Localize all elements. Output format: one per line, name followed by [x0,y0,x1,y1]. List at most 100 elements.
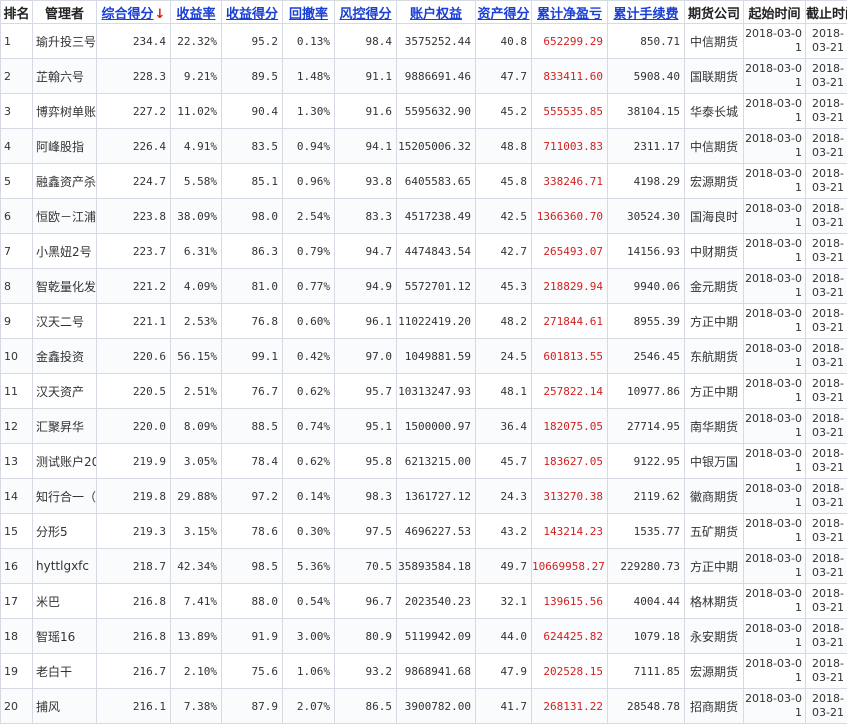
cell-return-score: 86.3 [222,234,283,269]
cell-net-profit: 183627.05 [532,444,608,479]
cell-commission: 9122.95 [608,444,685,479]
cell-drawdown-rate: 0.96% [283,164,335,199]
cell-net-profit: 218829.94 [532,269,608,304]
cell-manager[interactable]: 小黑妞2号 [33,234,97,269]
cell-return-rate: 6.31% [171,234,222,269]
column-header-return-rate[interactable]: 收益率 [171,1,222,24]
cell-return-score: 89.5 [222,59,283,94]
cell-rank: 3 [1,94,33,129]
cell-drawdown-rate: 0.62% [283,444,335,479]
cell-account-equity: 1500000.97 [397,409,476,444]
cell-account-equity: 15205006.32 [397,129,476,164]
cell-risk-score: 94.9 [335,269,397,304]
cell-return-rate: 4.09% [171,269,222,304]
cell-commission: 2119.62 [608,479,685,514]
cell-risk-score: 93.8 [335,164,397,199]
cell-net-profit: 10669958.27 [532,549,608,584]
cell-return-score: 81.0 [222,269,283,304]
cell-manager[interactable]: 博弈树单账 [33,94,97,129]
cell-net-profit: 601813.55 [532,339,608,374]
cell-start-time: 2018-03-01 [744,59,806,94]
cell-manager[interactable]: 金鑫投资 [33,339,97,374]
cell-return-rate: 2.51% [171,374,222,409]
column-header-drawdown-rate[interactable]: 回撤率 [283,1,335,24]
cell-manager[interactable]: 测试账户20 [33,444,97,479]
column-header-total-score[interactable]: 综合得分↓ [97,1,171,24]
cell-end-time: 2018-03-21 [806,164,847,199]
cell-asset-score: 48.1 [476,374,532,409]
cell-rank: 16 [1,549,33,584]
cell-manager[interactable]: 老白干 [33,654,97,689]
cell-end-time: 2018-03-21 [806,129,847,164]
cell-commission: 7111.85 [608,654,685,689]
cell-start-time: 2018-03-01 [744,339,806,374]
cell-return-score: 88.5 [222,409,283,444]
cell-manager[interactable]: 智乾量化发 [33,269,97,304]
cell-return-score: 98.5 [222,549,283,584]
cell-manager[interactable]: 汉天资产 [33,374,97,409]
cell-manager[interactable]: 阿峰股指 [33,129,97,164]
cell-manager[interactable]: 分形5 [33,514,97,549]
sort-desc-arrow-icon[interactable]: ↓ [155,7,166,22]
cell-return-rate: 38.09% [171,199,222,234]
cell-manager[interactable]: 恒欧－江浦 [33,199,97,234]
cell-asset-score: 32.1 [476,584,532,619]
column-header-label: 累计净盈亏 [537,7,602,22]
table-row: 20捕风216.17.38%87.92.07%86.53900782.0041.… [1,689,847,724]
cell-manager[interactable]: 米巴 [33,584,97,619]
cell-account-equity: 6405583.65 [397,164,476,199]
cell-manager[interactable]: 汇聚昇华 [33,409,97,444]
column-header-return-score[interactable]: 收益得分 [222,1,283,24]
cell-start-time: 2018-03-01 [744,234,806,269]
column-header-commission[interactable]: 累计手续费 [608,1,685,24]
cell-manager[interactable]: 知行合一（ [33,479,97,514]
cell-futures-company: 金元期货 [685,269,744,304]
cell-futures-company: 中信期货 [685,129,744,164]
cell-futures-company: 宏源期货 [685,654,744,689]
cell-futures-company: 华泰长城 [685,94,744,129]
cell-net-profit: 555535.85 [532,94,608,129]
cell-start-time: 2018-03-01 [744,409,806,444]
cell-asset-score: 41.7 [476,689,532,724]
cell-manager[interactable]: 捕风 [33,689,97,724]
column-header-start-time: 起始时间 [744,1,806,24]
cell-manager[interactable]: 芷翰六号 [33,59,97,94]
cell-return-rate: 42.34% [171,549,222,584]
cell-asset-score: 42.7 [476,234,532,269]
cell-account-equity: 4474843.54 [397,234,476,269]
cell-total-score: 216.7 [97,654,171,689]
cell-total-score: 219.8 [97,479,171,514]
cell-return-rate: 3.05% [171,444,222,479]
cell-manager[interactable]: hyttlgxfc [33,549,97,584]
cell-manager[interactable]: 汉天二号 [33,304,97,339]
column-header-account-equity[interactable]: 账户权益 [397,1,476,24]
cell-net-profit: 313270.38 [532,479,608,514]
table-row: 14知行合一（219.829.88%97.20.14%98.31361727.1… [1,479,847,514]
cell-manager[interactable]: 智瑶16 [33,619,97,654]
cell-net-profit: 1366360.70 [532,199,608,234]
column-header-risk-score[interactable]: 风控得分 [335,1,397,24]
column-header-label: 账户权益 [410,7,462,22]
cell-drawdown-rate: 1.06% [283,654,335,689]
cell-futures-company: 中财期货 [685,234,744,269]
table-row: 17米巴216.87.41%88.00.54%96.72023540.2332.… [1,584,847,619]
header-row: 排名管理者综合得分↓收益率收益得分回撤率风控得分账户权益资产得分累计净盈亏累计手… [1,1,847,24]
cell-drawdown-rate: 0.14% [283,479,335,514]
cell-return-rate: 29.88% [171,479,222,514]
cell-manager[interactable]: 瑜升投三号 [33,24,97,59]
cell-total-score: 216.1 [97,689,171,724]
column-header-asset-score[interactable]: 资产得分 [476,1,532,24]
cell-account-equity: 2023540.23 [397,584,476,619]
cell-drawdown-rate: 2.54% [283,199,335,234]
column-header-net-profit[interactable]: 累计净盈亏 [532,1,608,24]
cell-risk-score: 97.0 [335,339,397,374]
cell-commission: 2546.45 [608,339,685,374]
cell-net-profit: 257822.14 [532,374,608,409]
cell-return-score: 88.0 [222,584,283,619]
cell-end-time: 2018-03-21 [806,24,847,59]
cell-futures-company: 宏源期货 [685,164,744,199]
cell-manager[interactable]: 融鑫资产杀 [33,164,97,199]
cell-rank: 7 [1,234,33,269]
cell-risk-score: 91.1 [335,59,397,94]
cell-net-profit: 833411.60 [532,59,608,94]
